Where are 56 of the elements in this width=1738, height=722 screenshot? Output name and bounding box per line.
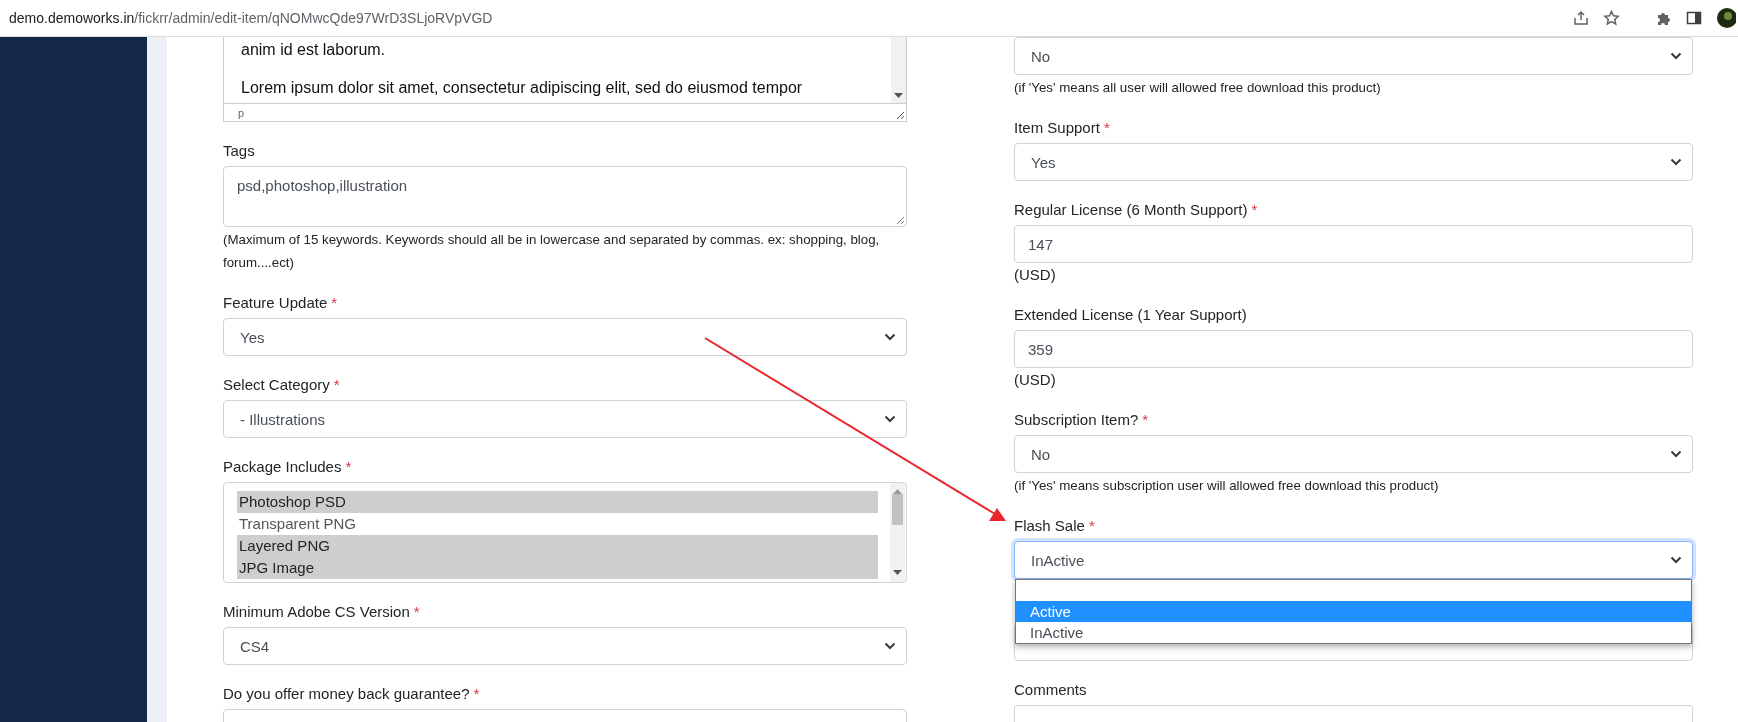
scrollbar[interactable] [891, 37, 906, 103]
dropdown-option[interactable]: InActive [1016, 622, 1691, 643]
select-field[interactable]: - Illustrations [223, 400, 907, 438]
field-label: Item Support * [1014, 118, 1111, 138]
field-label: Select Category * [223, 375, 341, 395]
list-option[interactable]: Transparent PNG [237, 513, 878, 535]
chevron-down-icon [1670, 556, 1682, 564]
arrow-down-icon[interactable] [893, 570, 902, 576]
resize-grip-icon[interactable] [896, 111, 905, 120]
puzzle-icon[interactable] [1656, 10, 1672, 26]
arrow-down-icon[interactable] [894, 93, 903, 99]
field-label: Minimum Adobe CS Version * [223, 602, 421, 622]
element-path[interactable]: p [238, 107, 245, 119]
select-field[interactable]: Yes [1014, 143, 1693, 181]
chevron-down-icon [884, 415, 896, 423]
multi-select-list[interactable]: Photoshop PSD Transparent PNG Layered PNG JPG Image [223, 482, 907, 583]
sidebar-icon[interactable] [1686, 10, 1702, 26]
input-field[interactable]: 147 [1014, 225, 1693, 263]
chevron-down-icon [884, 333, 896, 341]
currency-note: (USD) [1014, 370, 1057, 390]
input-field[interactable]: 359 [1014, 330, 1693, 368]
help-text: (if 'Yes' means subscription user will allowed free download this product) [1014, 477, 1440, 495]
chevron-down-icon [1670, 450, 1682, 458]
field-label: Subscription Item? * [1014, 410, 1150, 430]
field-label: Package Includes * [223, 457, 353, 477]
share-icon[interactable] [1573, 10, 1589, 26]
scrollbar-thumb[interactable] [892, 494, 903, 525]
field-label: Extended License (1 Year Support) [1014, 305, 1248, 325]
select-field[interactable]: CS4 [223, 627, 907, 665]
editor-paragraph: Lorem ipsum dolor sit amet, consectetur adipiscing elit, sed do eiusmod tempor [241, 78, 804, 98]
field-label: Tags [223, 141, 256, 161]
field-label: Flash Sale * [1014, 516, 1096, 536]
list-option[interactable]: Photoshop PSD [237, 491, 878, 513]
resize-grip-icon[interactable] [896, 216, 905, 225]
chevron-down-icon [1670, 52, 1682, 60]
help-text: (Maximum of 15 keywords. Keywords should all be in lowercase and separated by commas. ex: shopping, blog, forum....ect) [223, 231, 881, 272]
select-field[interactable]: No [1014, 37, 1693, 75]
editor-paragraph: anim id est laborum. [241, 40, 387, 60]
field-label: Feature Update * [223, 293, 339, 313]
field-label: Do you offer money back guarantee? * [223, 684, 481, 704]
list-option[interactable]: JPG Image [237, 557, 878, 579]
help-text: (if 'Yes' means all user will allowed free download this product) [1014, 79, 1382, 97]
star-icon[interactable] [1603, 10, 1620, 26]
avatar-icon[interactable] [1716, 7, 1736, 29]
field-label: Comments [1014, 680, 1088, 700]
select-field[interactable]: Yes [223, 318, 907, 356]
address-bar-url[interactable]: demo.demoworks.in/fickrr/admin/edit-item/qNOMwcQde97WrD3SLjoRVpVGD [9, 10, 1573, 26]
rich-text-editor[interactable]: anim id est laborum. Lorem ipsum dolor sit amet, consectetur adipiscing elit, sed do eiusmod tempor p [223, 37, 907, 122]
list-option[interactable]: Layered PNG [237, 535, 878, 557]
select-field[interactable]: No [1014, 435, 1693, 473]
chevron-down-icon [1670, 158, 1682, 166]
field-label: Regular License (6 Month Support) * [1014, 200, 1259, 220]
currency-note: (USD) [1014, 265, 1057, 285]
text-area[interactable]: psd,photoshop,illustration [223, 166, 907, 227]
chevron-down-icon [884, 642, 896, 650]
scrollbar[interactable] [890, 483, 905, 582]
